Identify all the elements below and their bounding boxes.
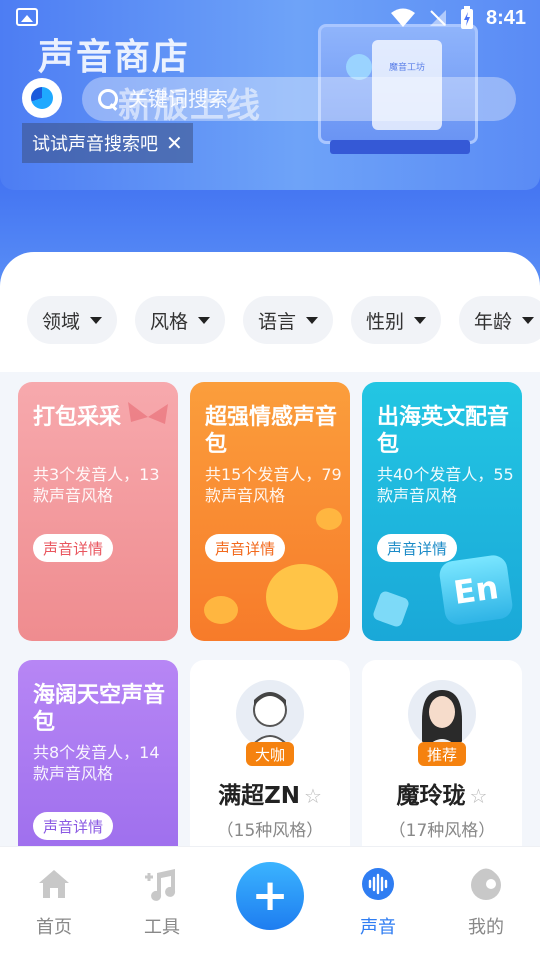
tab-label: 首页 (36, 917, 72, 938)
filter-gender[interactable]: 性别 (351, 296, 441, 344)
pack-description: 共40个发音人，55款声音风格 (377, 465, 514, 505)
tooltip-text: 试试声音搜索吧 (32, 134, 158, 155)
voice-detail-button[interactable]: 声音详情 (33, 812, 114, 840)
filter-label: 领域 (41, 310, 80, 333)
profile-face-icon (469, 867, 503, 901)
sound-wave-icon (361, 867, 395, 901)
voice-name: 满超ZN (218, 783, 300, 809)
filter-style[interactable]: 风格 (135, 296, 225, 344)
search-bar[interactable] (82, 77, 516, 121)
avatar (236, 680, 304, 748)
status-bar: 8:41 (0, 0, 540, 38)
status-badge: 大咖 (246, 742, 294, 766)
tab-label: 我的 (468, 917, 504, 938)
filter-label: 语言 (257, 310, 296, 333)
home-icon (37, 867, 71, 901)
caret-down-icon (414, 316, 426, 324)
pack-title: 海阔天空声音包 (33, 683, 166, 735)
star-icon[interactable]: ☆ (470, 784, 488, 808)
voice-style-count: （15种风格） (216, 821, 324, 841)
tab-tools[interactable]: 工具 (122, 867, 202, 947)
voice-name-row: 魔玲珑 ☆ (362, 776, 522, 810)
voice-detail-button[interactable]: 声音详情 (33, 534, 114, 562)
caret-down-icon (198, 316, 210, 324)
tab-label: 声音 (360, 917, 396, 938)
tab-mine[interactable]: 我的 (446, 867, 526, 947)
voice-detail-button[interactable]: 声音详情 (377, 534, 458, 562)
plus-icon: + (251, 870, 289, 921)
music-note-icon (145, 867, 179, 901)
pack-card[interactable]: 打包采采 共3个发音人，13款声音风格 声音详情 (18, 382, 178, 641)
search-icon (96, 87, 120, 111)
image-notification-icon (16, 8, 38, 26)
header-banner: 声音商店 新版上线 魔音工坊 8:41 关键词搜索 试试声音搜索吧 ✕ (0, 0, 540, 290)
tab-voice[interactable]: 声音 (338, 867, 418, 947)
emoji-bubble-icon (316, 508, 342, 530)
letter-tile-icon (371, 589, 411, 629)
filter-domain[interactable]: 领域 (27, 296, 117, 344)
star-icon[interactable]: ☆ (304, 784, 322, 808)
battery-charging-icon (460, 6, 473, 29)
ribbon-bow-icon (128, 402, 168, 424)
status-badge: 推荐 (418, 742, 466, 766)
tab-label: 工具 (144, 917, 180, 938)
filter-label: 年龄 (473, 310, 512, 333)
filter-label: 性别 (365, 310, 404, 333)
emoji-bubble-icon (266, 564, 338, 630)
pack-card[interactable]: 超强情感声音包 共15个发音人，79款声音风格 声音详情 (190, 382, 350, 641)
english-tile-icon: En (437, 553, 515, 627)
filter-language[interactable]: 语言 (243, 296, 333, 344)
caret-down-icon (522, 316, 534, 324)
pack-description: 共8个发音人，14款声音风格 (33, 743, 160, 783)
filter-age[interactable]: 年龄 (459, 296, 540, 344)
pack-title: 出海英文配音包 (377, 405, 510, 457)
emoji-bubble-icon (204, 596, 238, 624)
voice-name: 魔玲珑 (396, 783, 466, 809)
create-button[interactable]: + (236, 862, 304, 930)
filter-label: 风格 (149, 310, 188, 333)
signal-off-icon (429, 10, 446, 26)
voice-style-count: （17种风格） (388, 821, 496, 841)
close-icon[interactable]: ✕ (166, 133, 183, 153)
pack-title: 超强情感声音包 (205, 405, 338, 457)
tab-home[interactable]: 首页 (14, 867, 94, 947)
monitor-base (330, 140, 470, 154)
status-time: 8:41 (485, 6, 526, 29)
search-input[interactable] (128, 87, 388, 111)
voice-card[interactable]: 推荐 魔玲珑 ☆ （17种风格） (362, 660, 522, 860)
voice-card[interactable]: 大咖 满超ZN ☆ （15种风格） (190, 660, 350, 860)
caret-down-icon (90, 316, 102, 324)
voice-name-row: 满超ZN ☆ (190, 776, 350, 810)
pack-description: 共15个发音人，79款声音风格 (205, 465, 342, 505)
wifi-icon (390, 8, 415, 27)
filter-bar: 领域 风格 语言 性别 年龄 (0, 296, 540, 344)
avatar (408, 680, 476, 748)
voice-search-tooltip: 试试声音搜索吧 ✕ (22, 123, 193, 163)
caret-down-icon (306, 316, 318, 324)
pack-description: 共3个发音人，13款声音风格 (33, 465, 160, 505)
app-logo-icon (22, 78, 62, 118)
voice-detail-button[interactable]: 声音详情 (205, 534, 286, 562)
monitor-text: 魔音工坊 (388, 63, 425, 73)
